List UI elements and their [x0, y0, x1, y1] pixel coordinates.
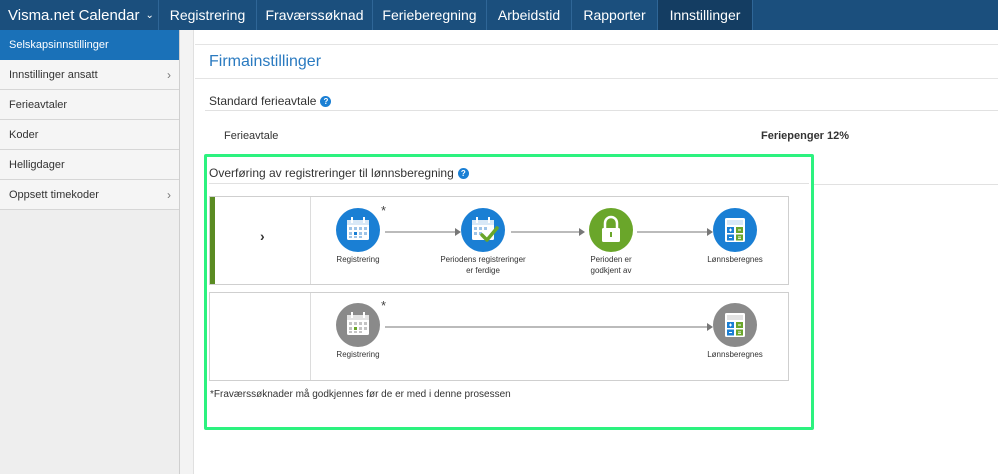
tab-fravaerssoknad[interactable]: Fraværssøknad: [257, 0, 373, 30]
tab-rapporter[interactable]: Rapporter: [572, 0, 658, 30]
page-title: Firmainstillinger: [209, 53, 322, 70]
sidebar-splitter[interactable]: [180, 30, 194, 474]
sidebar-item-ferieavtaler[interactable]: Ferieavtaler: [0, 90, 179, 120]
sidebar-item-helligdager[interactable]: Helligdager: [0, 150, 179, 180]
tab-innstillinger[interactable]: Innstillinger: [658, 0, 753, 30]
top-nav: Visma.net Calendar ⌄ Registrering Fravær…: [0, 0, 998, 30]
sidebar-item-label: Helligdager: [9, 158, 65, 171]
page-header: Firmainstillinger: [195, 44, 998, 79]
sidebar: Selskapsinnstillinger Innstillinger ansa…: [0, 30, 180, 474]
highlight-box: [204, 154, 814, 430]
app-switcher[interactable]: Visma.net Calendar ⌄: [0, 0, 159, 30]
tab-registrering[interactable]: Registrering: [159, 0, 257, 30]
chevron-right-icon: ›: [167, 188, 171, 202]
ferieavtale-label: Ferieavtale: [224, 130, 279, 142]
chevron-right-icon: ›: [167, 68, 171, 82]
sidebar-item-label: Koder: [9, 128, 39, 141]
tab-ferieberegning[interactable]: Ferieberegning: [373, 0, 487, 30]
sidebar-item-innstillinger-ansatt[interactable]: Innstillinger ansatt ›: [0, 60, 179, 90]
ferieavtale-value[interactable]: Feriepenger 12%: [761, 130, 849, 142]
sidebar-item-label: Ferieavtaler: [9, 98, 68, 111]
sidebar-item-label: Selskapsinnstillinger: [9, 38, 109, 51]
app-title: Visma.net Calendar: [8, 6, 140, 24]
section-title-text: Standard ferieavtale: [209, 94, 317, 108]
sidebar-item-oppsett-timekoder[interactable]: Oppsett timekoder ›: [0, 180, 179, 210]
section-title-standard: Standard ferieavtale ?: [209, 94, 332, 108]
sidebar-item-label: Innstillinger ansatt: [9, 68, 98, 81]
sidebar-item-selskapsinnstillinger[interactable]: Selskapsinnstillinger: [0, 30, 179, 60]
help-icon[interactable]: ?: [320, 95, 332, 107]
tab-arbeidstid[interactable]: Arbeidstid: [487, 0, 572, 30]
sidebar-item-label: Oppsett timekoder: [9, 188, 99, 201]
sidebar-item-koder[interactable]: Koder: [0, 120, 179, 150]
divider: [812, 184, 998, 185]
chevron-down-icon: ⌄: [145, 9, 154, 21]
divider: [205, 110, 998, 111]
